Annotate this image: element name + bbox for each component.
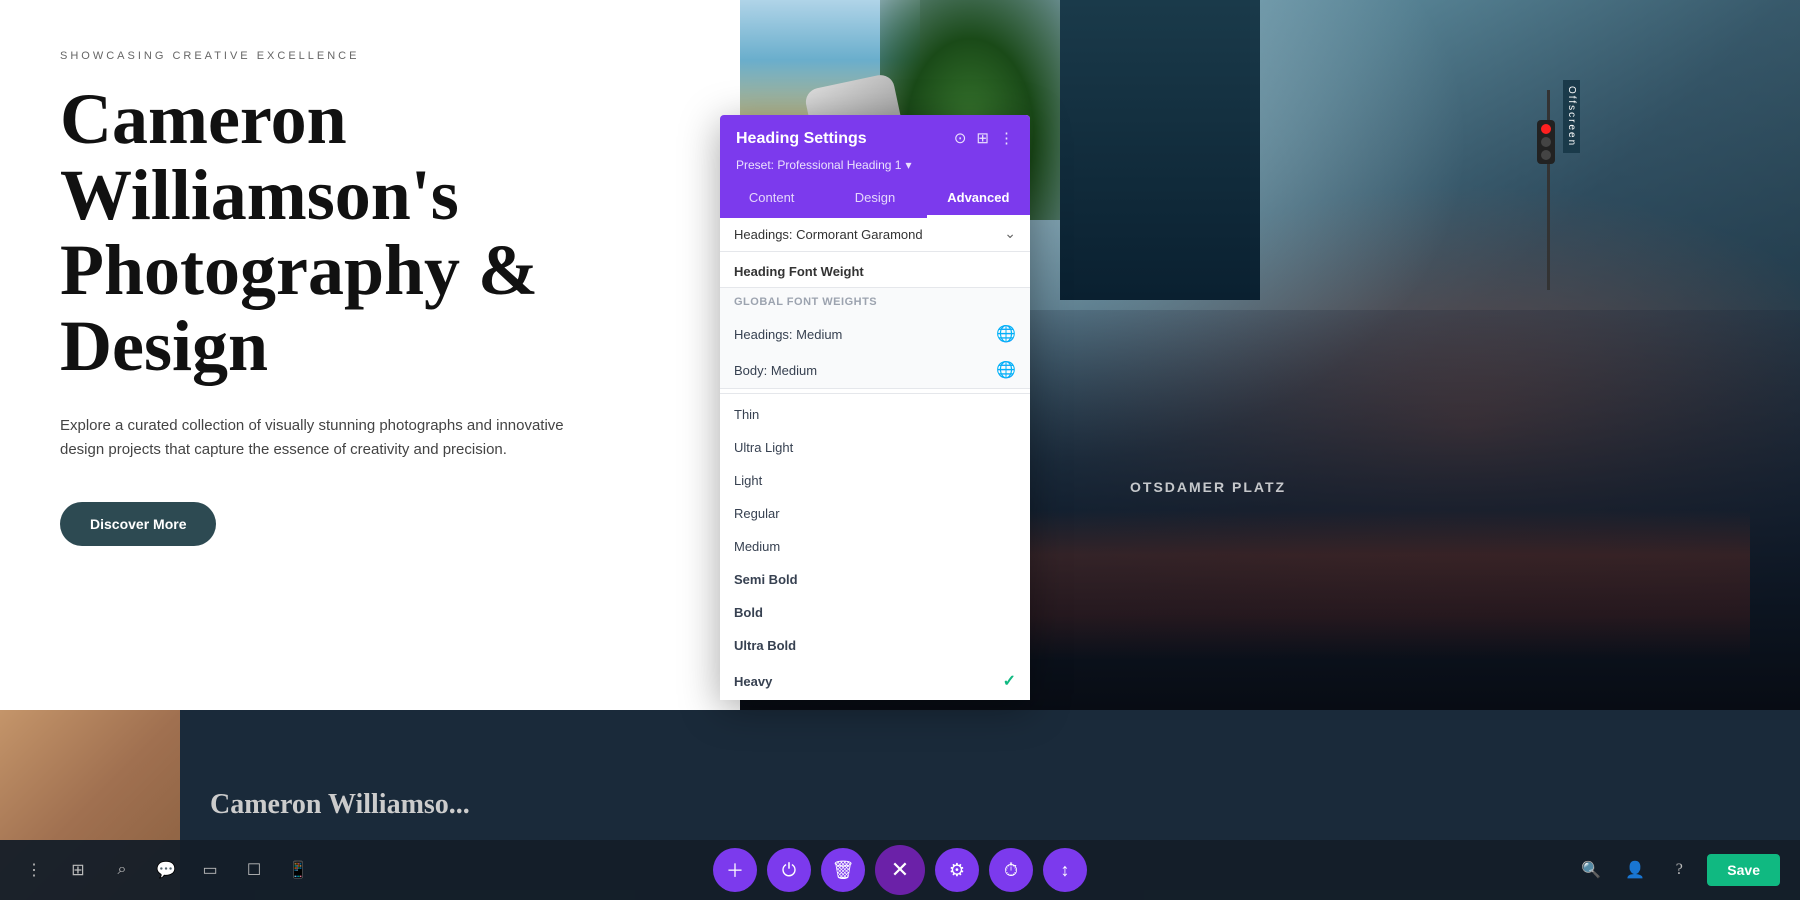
weight-semi-bold[interactable]: Semi Bold (720, 563, 1030, 596)
building-facade (1060, 0, 1260, 300)
weight-regular[interactable]: Regular (720, 497, 1030, 530)
weight-ultra-bold[interactable]: Ultra Bold (720, 629, 1030, 662)
content-left-panel: SHOWCASING CREATIVE EXCELLENCE Cameron W… (0, 0, 740, 710)
body-globe-icon: 🌐 (996, 360, 1016, 380)
toolbar-move-button[interactable]: ↕ (1043, 848, 1087, 892)
toolbar-add-button[interactable]: ＋ (713, 848, 757, 892)
toolbar-power-button[interactable]: ⏻ (767, 848, 811, 892)
toolbar-user-icon[interactable]: 👤 (1619, 854, 1651, 886)
toolbar-mobile-icon[interactable]: 📱 (284, 856, 312, 884)
modal-tabs: Content Design Advanced (720, 180, 1030, 218)
weight-light[interactable]: Light (720, 464, 1030, 497)
font-selector-chevron: ⌄ (1004, 226, 1016, 243)
global-section-header: Global Font Weights (720, 288, 1030, 316)
font-selector-row[interactable]: Headings: Cormorant Garamond ⌄ (720, 218, 1030, 252)
toolbar-right: 🔍 👤 ? Save (1575, 854, 1780, 886)
heading-settings-panel: Heading Settings ⊙ ⊞ ⋮ Preset: Professio… (720, 115, 1030, 700)
billboard-text: OTSDAMER PLATZ (1130, 479, 1286, 495)
bottom-section-text: Cameron Williamso... (180, 769, 500, 841)
toolbar-center: ＋ ⏻ 🗑 ✕ ⚙ ⏱ ↕ (713, 845, 1087, 895)
global-font-weights-section: Global Font Weights Headings: Medium 🌐 B… (720, 288, 1030, 389)
traffic-light (1537, 120, 1555, 164)
modal-header: Heading Settings ⊙ ⊞ ⋮ Preset: Professio… (720, 115, 1030, 180)
headings-medium-item[interactable]: Headings: Medium 🌐 (720, 316, 1030, 352)
hero-heading: Cameron Williamson's Photography & Desig… (60, 82, 680, 384)
toolbar-left: ⋮ ⊞ ⌕ 💬 ▭ ☐ 📱 (20, 856, 312, 884)
headings-globe-icon: 🌐 (996, 324, 1016, 344)
modal-target-icon[interactable]: ⊙ (954, 129, 967, 148)
hero-description: Explore a curated collection of visually… (60, 414, 610, 462)
weight-thin[interactable]: Thin (720, 398, 1030, 431)
discover-button[interactable]: Discover More (60, 502, 216, 546)
modal-more-icon[interactable]: ⋮ (999, 129, 1014, 148)
modal-body: Headings: Cormorant Garamond ⌄ Heading F… (720, 218, 1030, 700)
toolbar-chat-icon[interactable]: 💬 (152, 856, 180, 884)
tab-advanced[interactable]: Advanced (927, 180, 1030, 218)
modal-preset[interactable]: Preset: Professional Heading 1 ▾ (736, 158, 1014, 180)
toolbar-settings-button[interactable]: ⚙ (935, 848, 979, 892)
save-button[interactable]: Save (1707, 854, 1780, 886)
toolbar-grid-icon[interactable]: ⊞ (64, 856, 92, 884)
weight-ultra-light[interactable]: Ultra Light (720, 431, 1030, 464)
weight-bold[interactable]: Bold (720, 596, 1030, 629)
selected-checkmark: ✓ (1003, 671, 1016, 691)
weight-medium[interactable]: Medium (720, 530, 1030, 563)
modal-header-icons: ⊙ ⊞ ⋮ (954, 129, 1014, 148)
toolbar-help-icon[interactable]: ? (1663, 854, 1695, 886)
divider (720, 393, 1030, 394)
weight-heavy[interactable]: Heavy ✓ (720, 662, 1030, 700)
offscreen-label: Offscreen (1563, 80, 1580, 153)
tab-content[interactable]: Content (720, 180, 823, 218)
toolbar-menu-icon[interactable]: ⋮ (20, 856, 48, 884)
toolbar-trash-button[interactable]: 🗑 (821, 848, 865, 892)
weight-list: Thin Ultra Light Light Regular Medium Se… (720, 398, 1030, 700)
body-medium-item[interactable]: Body: Medium 🌐 (720, 352, 1030, 388)
modal-grid-icon[interactable]: ⊞ (976, 129, 989, 148)
toolbar-tablet-icon[interactable]: ☐ (240, 856, 268, 884)
toolbar-history-button[interactable]: ⏱ (989, 848, 1033, 892)
toolbar-close-button[interactable]: ✕ (875, 845, 925, 895)
hero-subtitle: SHOWCASING CREATIVE EXCELLENCE (60, 50, 680, 62)
modal-title: Heading Settings (736, 130, 867, 148)
toolbar-search-right-icon[interactable]: 🔍 (1575, 854, 1607, 886)
bottom-toolbar: ⋮ ⊞ ⌕ 💬 ▭ ☐ 📱 ＋ ⏻ 🗑 ✕ ⚙ ⏱ ↕ 🔍 👤 ? Save (0, 840, 1800, 900)
toolbar-search-icon[interactable]: ⌕ (108, 856, 136, 884)
toolbar-desktop-icon[interactable]: ▭ (196, 856, 224, 884)
section-heading: Heading Font Weight (720, 252, 1030, 288)
font-selector-label: Headings: Cormorant Garamond (734, 227, 923, 242)
tab-design[interactable]: Design (823, 180, 926, 218)
